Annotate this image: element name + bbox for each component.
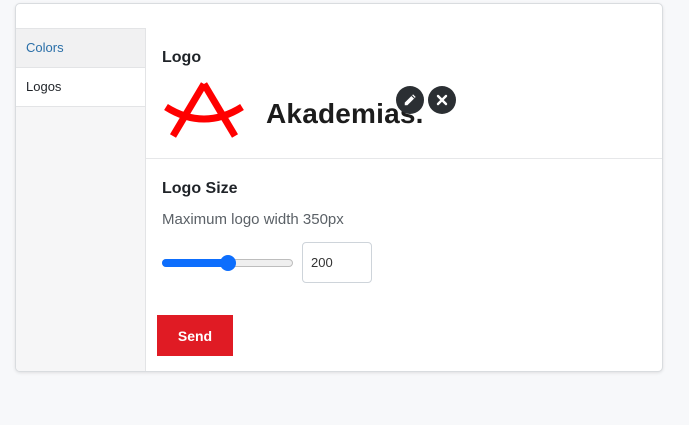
logo-preview: Akademias. xyxy=(162,78,462,142)
slider-fill xyxy=(162,259,228,267)
logo-heading: Logo xyxy=(162,49,202,66)
sidebar-item-colors[interactable]: Colors xyxy=(16,29,145,68)
logo-size-hint: Maximum logo width 350px xyxy=(162,211,344,228)
delete-logo-button[interactable] xyxy=(428,86,456,114)
logo-size-input[interactable] xyxy=(302,242,372,283)
settings-card: Colors Logos Logo Akademias. Logo Size M… xyxy=(15,3,663,372)
close-icon xyxy=(436,94,448,106)
sidebar: Colors Logos xyxy=(16,28,146,371)
slider-thumb[interactable] xyxy=(220,255,236,271)
edit-logo-button[interactable] xyxy=(396,86,424,114)
brand-mark-icon xyxy=(164,82,244,138)
main-panel: Logo Akademias. Logo Size Maximum logo w… xyxy=(146,4,662,371)
logo-size-heading: Logo Size xyxy=(162,180,238,197)
send-button[interactable]: Send xyxy=(157,315,233,356)
section-divider xyxy=(146,158,662,159)
pencil-icon xyxy=(404,94,416,106)
logo-size-slider[interactable] xyxy=(162,254,293,272)
sidebar-item-logos[interactable]: Logos xyxy=(16,68,145,107)
